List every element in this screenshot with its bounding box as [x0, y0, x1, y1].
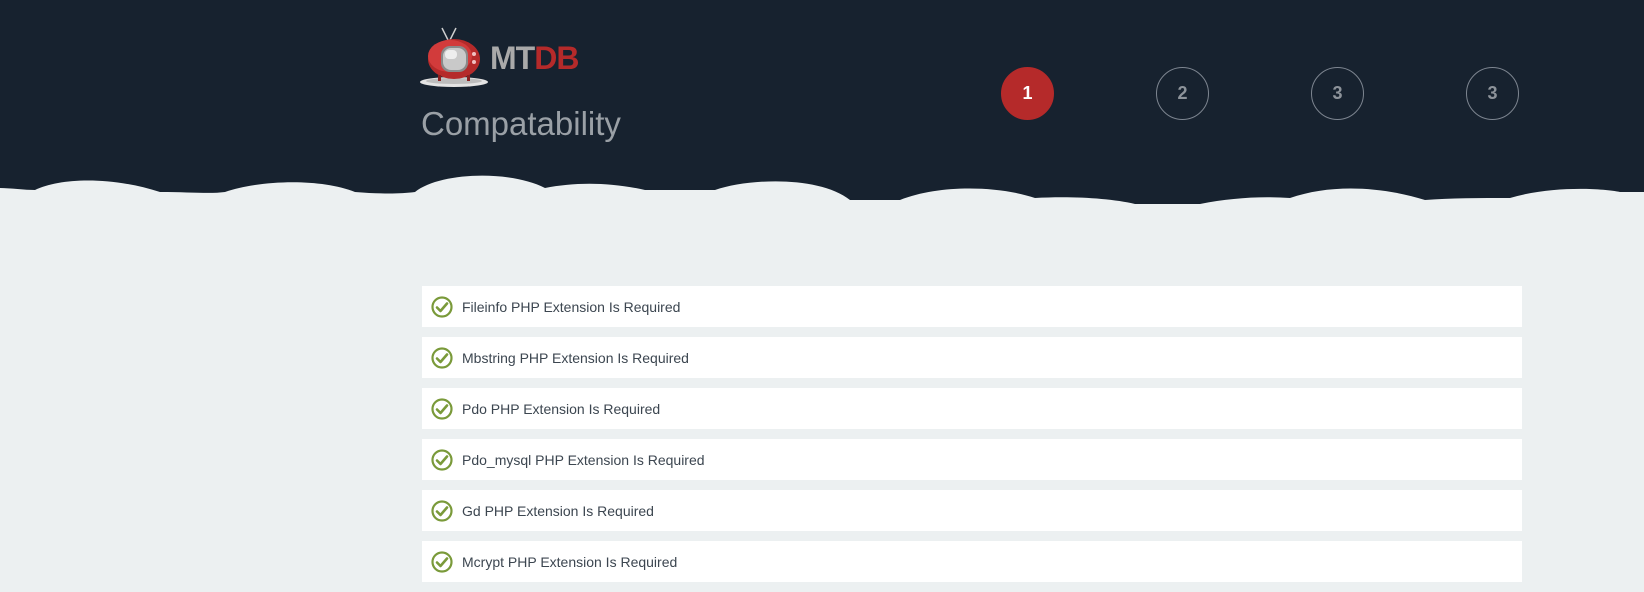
check-circle-icon: [431, 499, 453, 522]
check-circle-icon: [431, 550, 453, 573]
check-label: Mbstring PHP Extension Is Required: [462, 349, 689, 366]
compatibility-checks: Fileinfo PHP Extension Is Required Mbstr…: [422, 286, 1522, 592]
check-circle-icon: [431, 397, 453, 420]
check-label: Pdo_mysql PHP Extension Is Required: [462, 451, 705, 468]
step-1[interactable]: 1: [1001, 67, 1054, 120]
check-row: Gd PHP Extension Is Required: [422, 490, 1522, 531]
cloud-divider: [0, 175, 1644, 230]
step-indicator: 1 2 3 3: [0, 67, 1644, 123]
check-label: Pdo PHP Extension Is Required: [462, 400, 661, 417]
check-row: Mcrypt PHP Extension Is Required: [422, 541, 1522, 582]
check-label: Mcrypt PHP Extension Is Required: [462, 553, 678, 570]
check-row: Mbstring PHP Extension Is Required: [422, 337, 1522, 378]
check-row: Pdo PHP Extension Is Required: [422, 388, 1522, 429]
step-4[interactable]: 3: [1466, 67, 1519, 120]
check-circle-icon: [431, 448, 453, 471]
check-label: Gd PHP Extension Is Required: [462, 502, 654, 519]
check-row: Pdo_mysql PHP Extension Is Required: [422, 439, 1522, 480]
check-label: Fileinfo PHP Extension Is Required: [462, 298, 681, 315]
step-2[interactable]: 2: [1156, 67, 1209, 120]
step-3[interactable]: 3: [1311, 67, 1364, 120]
check-row: Fileinfo PHP Extension Is Required: [422, 286, 1522, 327]
check-circle-icon: [431, 295, 453, 318]
check-circle-icon: [431, 346, 453, 369]
